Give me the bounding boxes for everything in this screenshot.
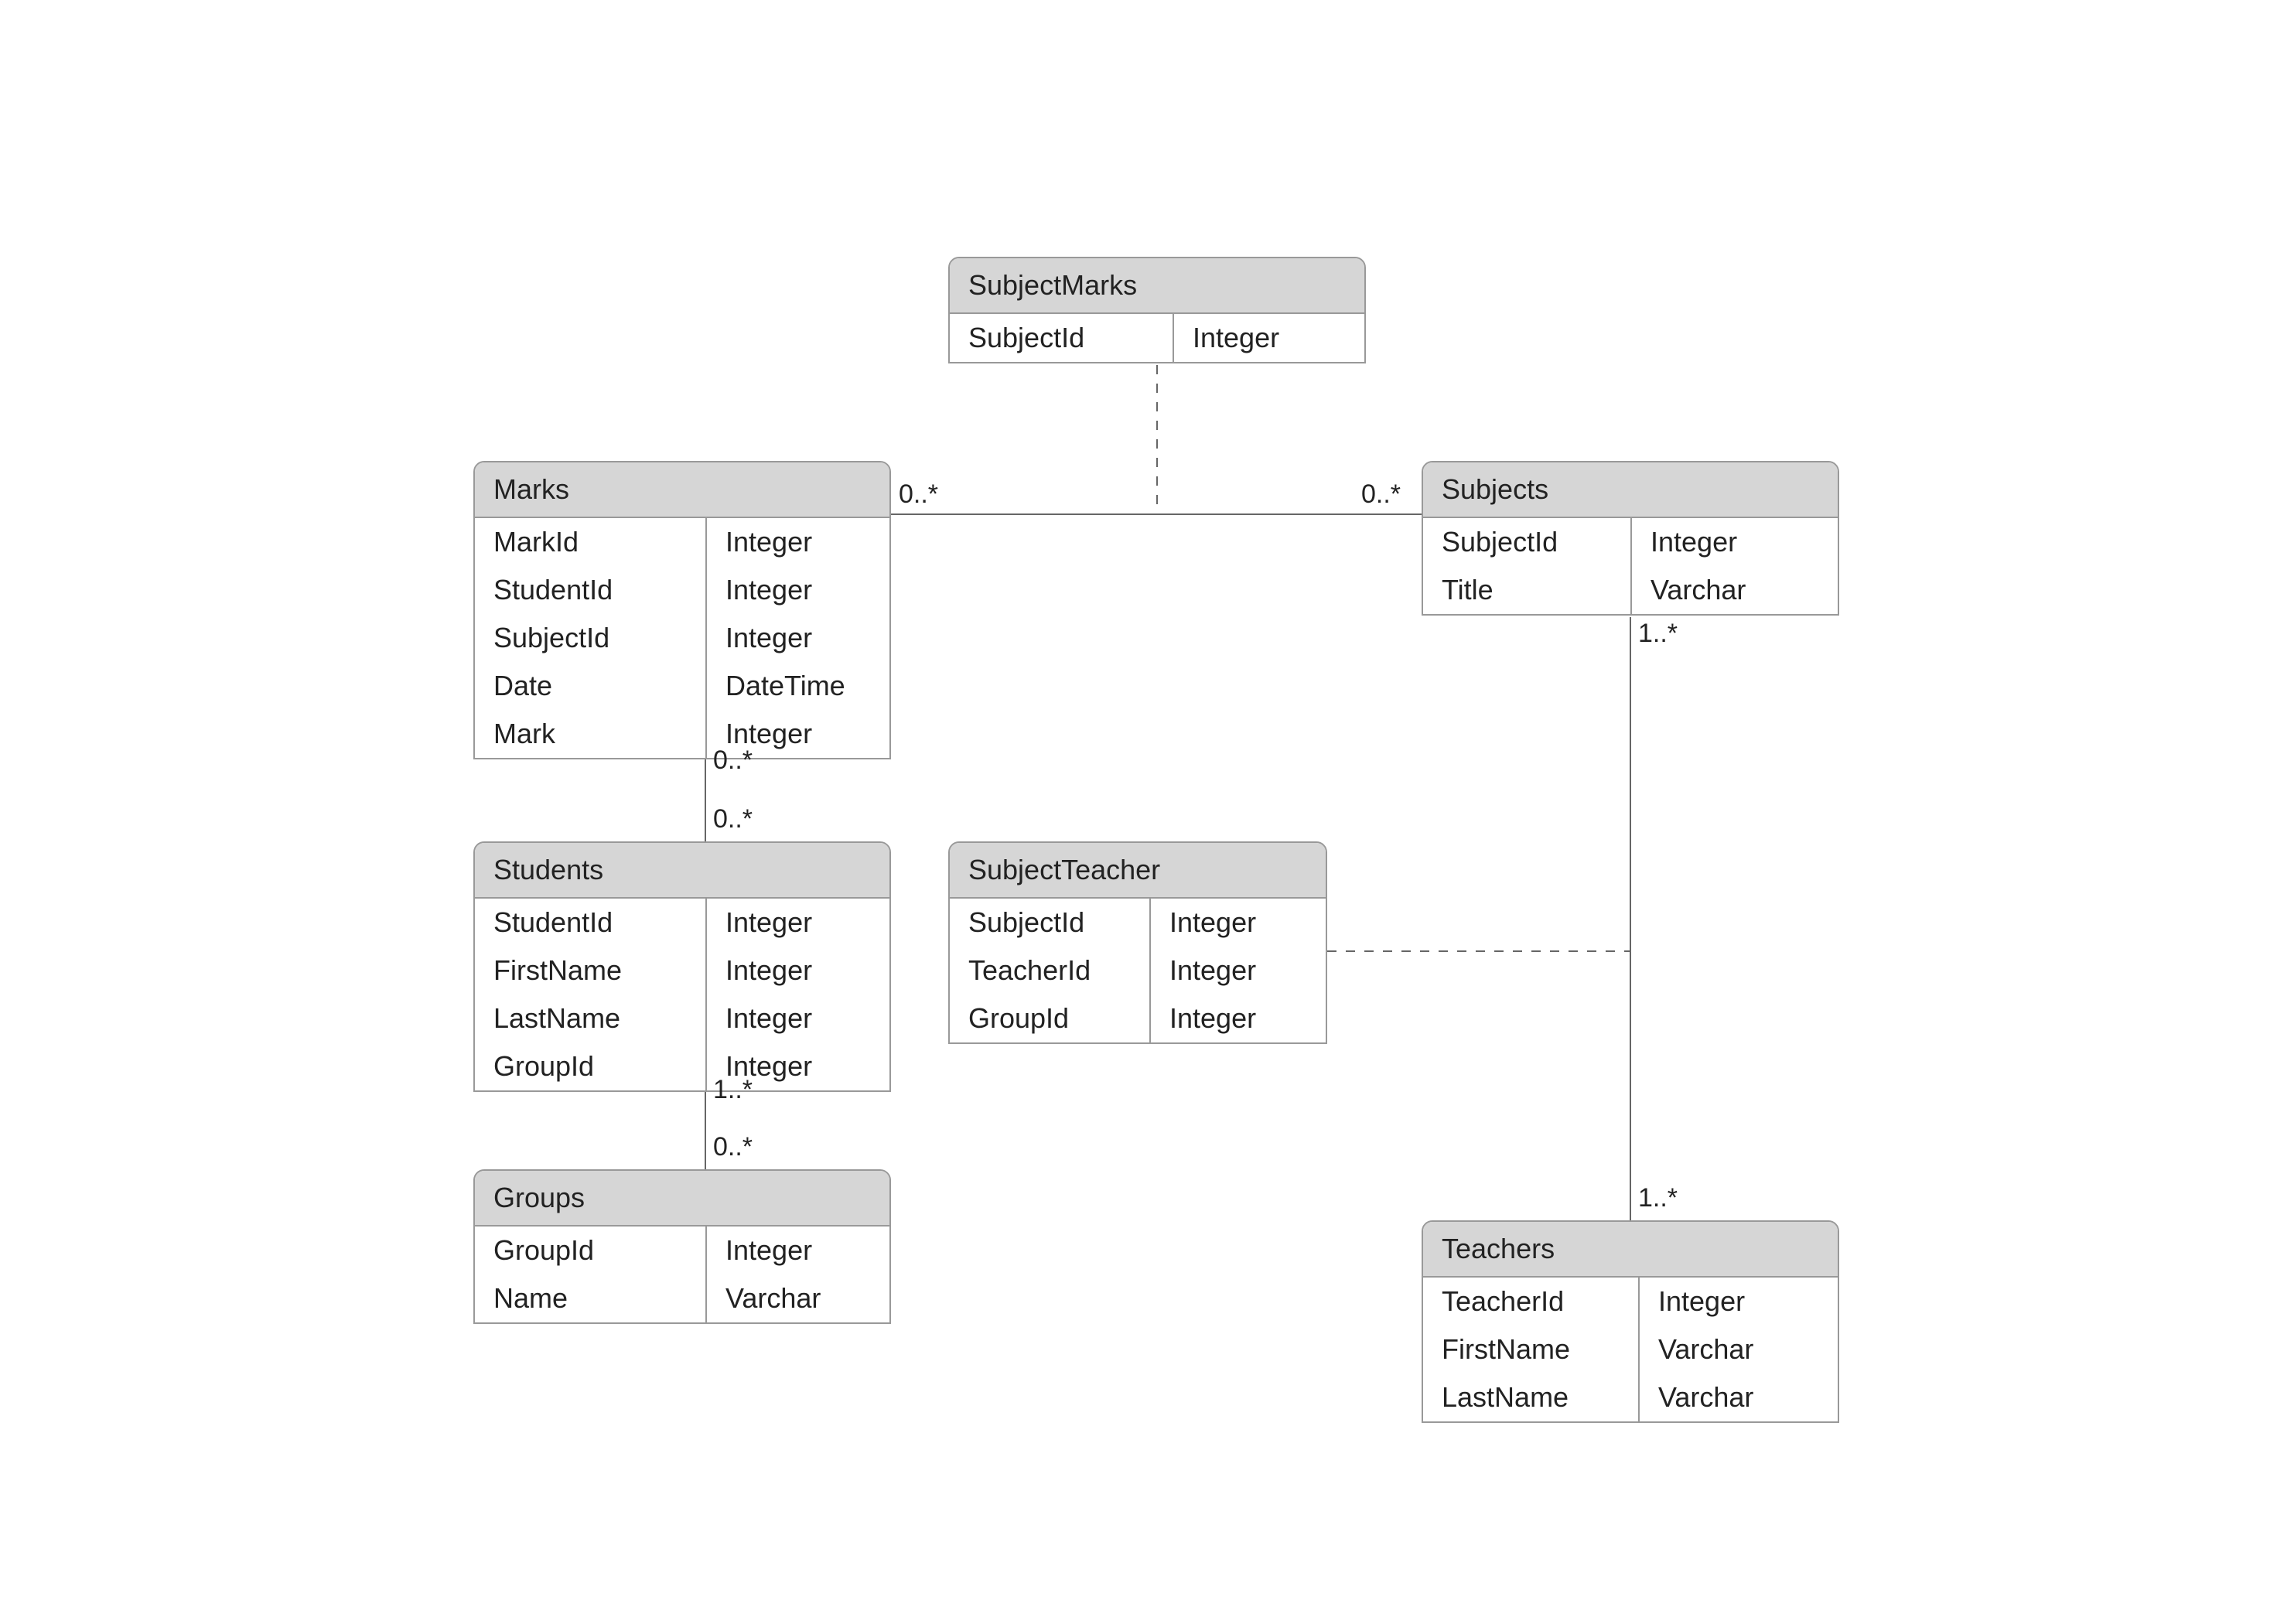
column-type: Integer [1151,947,1275,995]
connector-lines [0,0,2294,1624]
multiplicity-label: 1..* [1638,1183,1678,1213]
entity-title: SubjectMarks [950,258,1364,314]
entity-title: Subjects [1423,462,1838,518]
column-type: Integer [1640,1278,1763,1325]
column-name: GroupId [475,1227,707,1274]
table-row: TeacherId Integer [1423,1278,1838,1325]
multiplicity-label: 0..* [713,1132,753,1162]
column-name: SubjectId [475,614,707,662]
column-type: Integer [707,995,831,1042]
table-row: GroupId Integer [475,1042,889,1090]
column-name: GroupId [475,1042,707,1090]
column-type: Varchar [1632,566,1764,614]
table-row: Mark Integer [475,710,889,758]
multiplicity-label: 0..* [899,479,938,510]
table-row: LastName Integer [475,995,889,1042]
table-row: SubjectId Integer [950,314,1364,362]
table-row: LastName Varchar [1423,1373,1838,1421]
table-row: Title Varchar [1423,566,1838,614]
column-name: TeacherId [950,947,1151,995]
column-name: StudentId [475,566,707,614]
column-name: Name [475,1274,707,1322]
column-name: GroupId [950,995,1151,1042]
column-type: Integer [1151,995,1275,1042]
table-row: StudentId Integer [475,566,889,614]
table-row: FirstName Integer [475,947,889,995]
entity-title: Groups [475,1171,889,1227]
column-type: Integer [707,899,831,947]
table-row: MarkId Integer [475,518,889,566]
column-type: DateTime [707,662,864,710]
entity-subjects: Subjects SubjectId Integer Title Varchar [1422,461,1839,616]
entity-title: Teachers [1423,1222,1838,1278]
column-type: Integer [707,614,831,662]
entity-title: Marks [475,462,889,518]
column-name: SubjectId [1423,518,1632,566]
table-row: Name Varchar [475,1274,889,1322]
table-row: SubjectId Integer [475,614,889,662]
column-type: Integer [1174,314,1298,362]
column-name: LastName [1423,1373,1640,1421]
column-name: StudentId [475,899,707,947]
entity-subjectmarks: SubjectMarks SubjectId Integer [948,257,1366,363]
table-row: StudentId Integer [475,899,889,947]
table-row: GroupId Integer [475,1227,889,1274]
column-name: FirstName [1423,1325,1640,1373]
multiplicity-label: 0..* [713,804,753,834]
column-name: Date [475,662,707,710]
multiplicity-label: 0..* [1361,479,1401,510]
table-row: GroupId Integer [950,995,1326,1042]
entity-groups: Groups GroupId Integer Name Varchar [473,1169,891,1324]
column-name: Title [1423,566,1632,614]
entity-students: Students StudentId Integer FirstName Int… [473,841,891,1092]
entity-title: Students [475,843,889,899]
column-name: LastName [475,995,707,1042]
table-row: TeacherId Integer [950,947,1326,995]
table-row: FirstName Varchar [1423,1325,1838,1373]
column-type: Varchar [1640,1373,1772,1421]
column-type: Varchar [1640,1325,1772,1373]
column-name: SubjectId [950,314,1174,362]
entity-marks: Marks MarkId Integer StudentId Integer S… [473,461,891,759]
entity-subjectteacher: SubjectTeacher SubjectId Integer Teacher… [948,841,1327,1044]
entity-teachers: Teachers TeacherId Integer FirstName Var… [1422,1220,1839,1423]
column-type: Integer [707,1227,831,1274]
multiplicity-label: 1..* [1638,619,1678,649]
column-type: Integer [1632,518,1756,566]
column-type: Integer [707,566,831,614]
column-name: MarkId [475,518,707,566]
table-row: SubjectId Integer [950,899,1326,947]
multiplicity-label: 1..* [713,1075,753,1105]
column-name: Mark [475,710,707,758]
column-type: Varchar [707,1274,839,1322]
multiplicity-label: 0..* [713,745,753,776]
er-diagram-canvas: SubjectMarks SubjectId Integer Marks Mar… [0,0,2294,1624]
column-name: SubjectId [950,899,1151,947]
entity-title: SubjectTeacher [950,843,1326,899]
table-row: SubjectId Integer [1423,518,1838,566]
column-type: Integer [707,947,831,995]
column-type: Integer [1151,899,1275,947]
column-name: TeacherId [1423,1278,1640,1325]
column-name: FirstName [475,947,707,995]
column-type: Integer [707,518,831,566]
table-row: Date DateTime [475,662,889,710]
